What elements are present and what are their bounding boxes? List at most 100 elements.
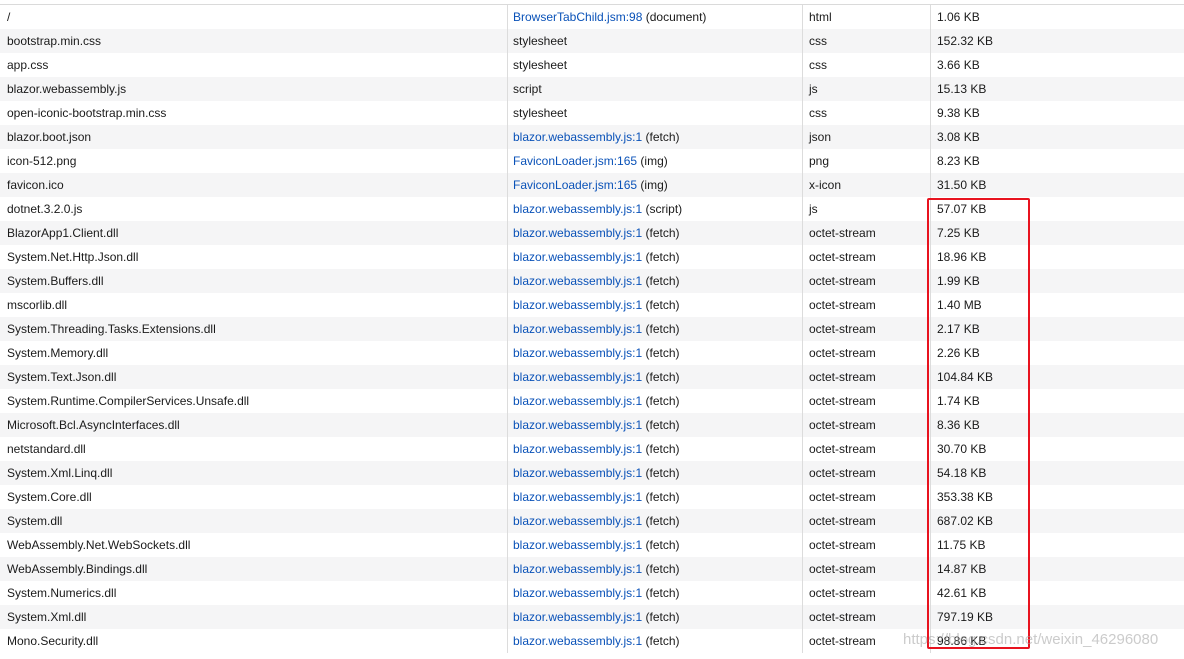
table-row[interactable]: app.css stylesheet css 3.66 KB — [0, 53, 1184, 77]
table-row[interactable]: bootstrap.min.css stylesheet css 152.32 KB — [0, 29, 1184, 53]
cause-cell: blazor.webassembly.js:1 (fetch) — [508, 269, 803, 293]
cause-cell: blazor.webassembly.js:1 (fetch) — [508, 461, 803, 485]
file-cell: Mono.Security.dll — [0, 629, 508, 653]
type-cell: css — [803, 101, 931, 125]
cause-cell: blazor.webassembly.js:1 (fetch) — [508, 485, 803, 509]
cause-source-link[interactable]: blazor.webassembly.js:1 — [513, 370, 642, 384]
cause-cell: blazor.webassembly.js:1 (fetch) — [508, 629, 803, 653]
table-row[interactable]: System.Text.Json.dll blazor.webassembly.j… — [0, 365, 1184, 389]
cause-type-label: (fetch) — [645, 298, 680, 312]
table-row[interactable]: WebAssembly.Net.WebSockets.dll blazor.web… — [0, 533, 1184, 557]
type-cell: octet-stream — [803, 557, 931, 581]
table-row[interactable]: netstandard.dll blazor.webassembly.js:1 (… — [0, 437, 1184, 461]
file-cell: WebAssembly.Bindings.dll — [0, 557, 508, 581]
cause-type-label: (img) — [640, 154, 668, 168]
cause-type-label: stylesheet — [513, 58, 568, 72]
table-row[interactable]: Microsoft.Bcl.AsyncInterfaces.dll blazor.… — [0, 413, 1184, 437]
table-row[interactable]: favicon.ico FaviconLoader.jsm:165 (img) x-… — [0, 173, 1184, 197]
transferred-size-cell: 54.18 KB — [937, 466, 987, 480]
cause-cell: script — [508, 77, 803, 101]
cause-source-link[interactable]: blazor.webassembly.js:1 — [513, 250, 642, 264]
cause-source-link[interactable]: blazor.webassembly.js:1 — [513, 274, 642, 288]
type-cell: octet-stream — [803, 317, 931, 341]
cause-type-label: stylesheet — [513, 106, 568, 120]
transferred-size-cell: 353.38 KB — [937, 490, 994, 504]
table-row[interactable]: Mono.Security.dll blazor.webassembly.js:1… — [0, 629, 1184, 653]
cause-source-link[interactable]: blazor.webassembly.js:1 — [513, 394, 642, 408]
cause-source-link[interactable]: FaviconLoader.jsm:165 — [513, 154, 637, 168]
file-cell: favicon.ico — [0, 173, 508, 197]
cause-source-link[interactable]: blazor.webassembly.js:1 — [513, 226, 642, 240]
cause-source-link[interactable]: blazor.webassembly.js:1 — [513, 610, 642, 624]
table-row[interactable]: System.Xml.dll blazor.webassembly.js:1 (f… — [0, 605, 1184, 629]
table-row[interactable]: System.Core.dll blazor.webassembly.js:1 (… — [0, 485, 1184, 509]
table-row[interactable]: / BrowserTabChild.jsm:98 (document) html 1.… — [0, 5, 1184, 29]
cause-source-link[interactable]: blazor.webassembly.js:1 — [513, 490, 642, 504]
cause-type-label: (fetch) — [645, 226, 680, 240]
cause-source-link[interactable]: blazor.webassembly.js:1 — [513, 322, 642, 336]
table-row[interactable]: icon-512.png FaviconLoader.jsm:165 (img) p… — [0, 149, 1184, 173]
cause-source-link[interactable]: blazor.webassembly.js:1 — [513, 346, 642, 360]
transferred-size-cell: 2.26 KB — [937, 346, 980, 360]
file-cell: System.Threading.Tasks.Extensions.dll — [0, 317, 508, 341]
cause-source-link[interactable]: FaviconLoader.jsm:165 — [513, 178, 637, 192]
file-cell: System.dll — [0, 509, 508, 533]
cause-source-link[interactable]: blazor.webassembly.js:1 — [513, 202, 642, 216]
type-cell: octet-stream — [803, 509, 931, 533]
cause-source-link[interactable]: blazor.webassembly.js:1 — [513, 418, 642, 432]
table-row[interactable]: System.Memory.dll blazor.webassembly.js:1… — [0, 341, 1184, 365]
cause-source-link[interactable]: BrowserTabChild.jsm:98 — [513, 10, 642, 24]
table-row[interactable]: blazor.boot.json blazor.webassembly.js:1 … — [0, 125, 1184, 149]
file-cell: System.Runtime.CompilerServices.Unsafe.d… — [0, 389, 508, 413]
cause-source-link[interactable]: blazor.webassembly.js:1 — [513, 298, 642, 312]
table-row[interactable]: System.Xml.Linq.dll blazor.webassembly.js… — [0, 461, 1184, 485]
cause-source-link[interactable]: blazor.webassembly.js:1 — [513, 130, 642, 144]
transferred-size-cell: 8.23 KB — [937, 154, 980, 168]
transferred-size-cell: 11.75 KB — [937, 538, 986, 552]
cause-cell: FaviconLoader.jsm:165 (img) — [508, 149, 803, 173]
table-row[interactable]: WebAssembly.Bindings.dll blazor.webassemb… — [0, 557, 1184, 581]
cause-type-label: (img) — [640, 178, 668, 192]
table-row[interactable]: BlazorApp1.Client.dll blazor.webassembly.… — [0, 221, 1184, 245]
cause-source-link[interactable]: blazor.webassembly.js:1 — [513, 514, 642, 528]
type-cell: html — [803, 5, 931, 29]
table-row[interactable]: blazor.webassembly.js script js 15.13 KB — [0, 77, 1184, 101]
table-row[interactable]: System.Net.Http.Json.dll blazor.webassemb… — [0, 245, 1184, 269]
cause-source-link[interactable]: blazor.webassembly.js:1 — [513, 442, 642, 456]
cause-type-label: script — [513, 82, 542, 96]
cause-cell: stylesheet — [508, 29, 803, 53]
cause-type-label: (fetch) — [645, 274, 680, 288]
request-rows: / BrowserTabChild.jsm:98 (document) html 1.… — [0, 5, 1184, 653]
cause-source-link[interactable]: blazor.webassembly.js:1 — [513, 586, 642, 600]
transferred-size-cell: 1.74 KB — [937, 394, 980, 408]
transferred-size-cell: 1.40 MB — [937, 298, 982, 312]
file-cell: app.css — [0, 53, 508, 77]
file-cell: blazor.webassembly.js — [0, 77, 508, 101]
network-request-table: / BrowserTabChild.jsm:98 (document) html 1.… — [0, 0, 1184, 653]
table-row[interactable]: dotnet.3.2.0.js blazor.webassembly.js:1 (… — [0, 197, 1184, 221]
cause-type-label: (fetch) — [645, 538, 680, 552]
transferred-size-cell: 3.08 KB — [937, 130, 980, 144]
cause-source-link[interactable]: blazor.webassembly.js:1 — [513, 634, 642, 648]
cause-cell: blazor.webassembly.js:1 (fetch) — [508, 317, 803, 341]
table-row[interactable]: System.Buffers.dll blazor.webassembly.js:… — [0, 269, 1184, 293]
file-cell: System.Core.dll — [0, 485, 508, 509]
transferred-size-cell: 1.06 KB — [937, 10, 980, 24]
table-row[interactable]: System.dll blazor.webassembly.js:1 (fetch… — [0, 509, 1184, 533]
type-cell: css — [803, 53, 931, 77]
cause-cell: blazor.webassembly.js:1 (fetch) — [508, 221, 803, 245]
transferred-size-cell: 8.36 KB — [937, 418, 980, 432]
table-row[interactable]: mscorlib.dll blazor.webassembly.js:1 (fet… — [0, 293, 1184, 317]
type-cell: octet-stream — [803, 389, 931, 413]
file-cell: System.Net.Http.Json.dll — [0, 245, 508, 269]
table-row[interactable]: open-iconic-bootstrap.min.css stylesheet c… — [0, 101, 1184, 125]
table-row[interactable]: System.Runtime.CompilerServices.Unsafe.d… — [0, 389, 1184, 413]
cause-source-link[interactable]: blazor.webassembly.js:1 — [513, 466, 642, 480]
transferred-size-cell: 3.66 KB — [937, 58, 980, 72]
cause-type-label: (fetch) — [645, 130, 680, 144]
table-row[interactable]: System.Numerics.dll blazor.webassembly.js… — [0, 581, 1184, 605]
table-row[interactable]: System.Threading.Tasks.Extensions.dll bla… — [0, 317, 1184, 341]
file-cell: open-iconic-bootstrap.min.css — [0, 101, 508, 125]
cause-source-link[interactable]: blazor.webassembly.js:1 — [513, 562, 642, 576]
cause-source-link[interactable]: blazor.webassembly.js:1 — [513, 538, 642, 552]
